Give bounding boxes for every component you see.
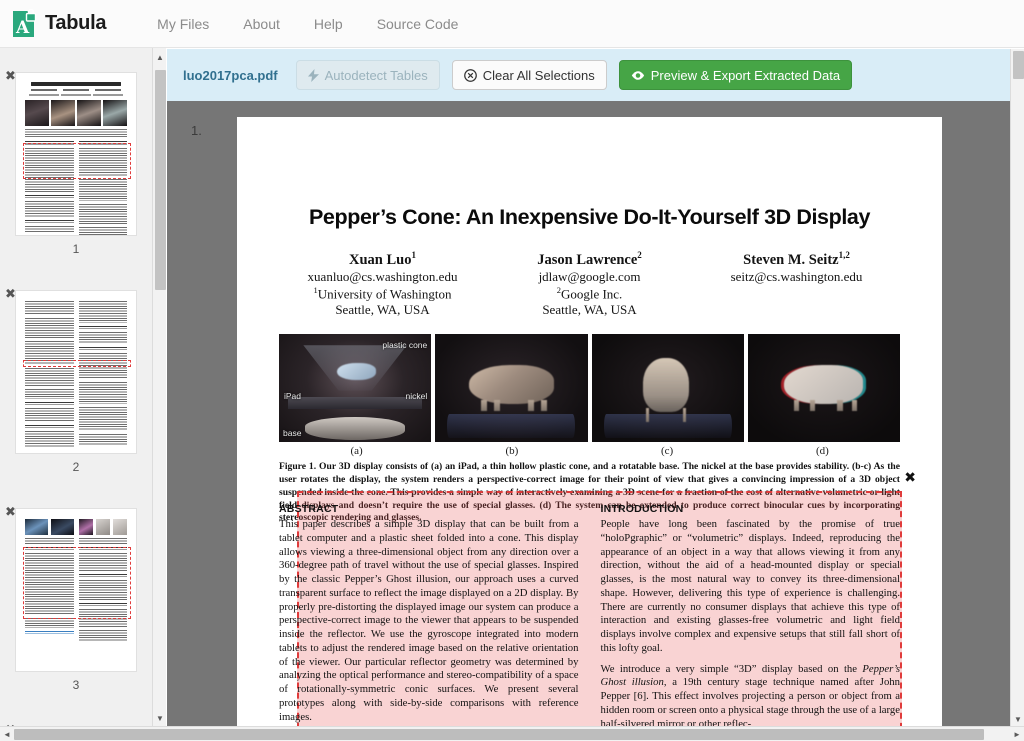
author-name: Steven M. Seitz xyxy=(743,251,839,268)
clear-all-selections-button[interactable]: Clear All Selections xyxy=(451,60,607,90)
author-location: Seattle, WA, USA xyxy=(335,302,430,318)
file-name-label: luo2017pca.pdf xyxy=(183,67,278,83)
author-location: Seattle, WA, USA xyxy=(542,302,637,318)
thumbnail-number: 1 xyxy=(72,242,80,256)
author-affiliation: University of Washington xyxy=(317,286,452,302)
thumbnail-item[interactable]: ✖ xyxy=(0,276,152,484)
author-affiliation-marker: 1,2 xyxy=(838,250,850,260)
abstract-column: ABSTRACT This paper describes a simple 3… xyxy=(279,503,579,738)
navbar: A Tabula My Files About Help Source Code xyxy=(0,0,1024,48)
abstract-text: This paper describes a simple 3D display… xyxy=(279,518,579,723)
pdf-page[interactable]: Pepper’s Cone: An Inexpensive Do-It-Your… xyxy=(237,117,942,741)
caret-left-icon[interactable]: ◄ xyxy=(0,727,14,741)
figure-panel-a: plastic cone iPad nickel base xyxy=(279,334,432,443)
eye-icon xyxy=(631,70,645,81)
panel-label-a: (a) xyxy=(350,445,363,458)
preview-export-label: Preview & Export Extracted Data xyxy=(650,67,841,83)
author-block: Steven M. Seitz1,2 seitz@cs.washington.e… xyxy=(693,250,900,318)
stage-shape xyxy=(447,414,576,439)
intro-p2-pre: We introduce a very simple “3D” display … xyxy=(600,662,863,675)
paper-title: Pepper’s Cone: An Inexpensive Do-It-Your… xyxy=(308,205,871,229)
figure-panel-c xyxy=(591,334,744,443)
clear-all-selections-label: Clear All Selections xyxy=(482,67,595,83)
abstract-heading: ABSTRACT xyxy=(279,503,339,515)
thumbnail-number: 2 xyxy=(72,460,80,474)
autodetect-tables-button[interactable]: Autodetect Tables xyxy=(295,60,440,90)
thumbnail-page-preview[interactable] xyxy=(15,72,137,236)
author-affiliation-marker: 1 xyxy=(411,250,416,260)
base-shape xyxy=(304,416,406,441)
paper-figure-row: plastic cone iPad nickel base xyxy=(279,334,900,443)
figure-label-plastic-cone: plastic cone xyxy=(382,340,428,351)
figure-caption-label: Figure 1. xyxy=(279,461,317,473)
panel-label-c: (c) xyxy=(661,445,674,458)
author-block: Xuan Luo1 xuanluo@cs.washington.edu 1Uni… xyxy=(279,250,486,318)
pdf-viewer[interactable]: 1. Pepper’s Cone: An Inexpensive Do-It-Y… xyxy=(167,101,1010,741)
thumbnail-page-preview[interactable] xyxy=(15,290,137,454)
toolbar: luo2017pca.pdf Autodetect Tables Clear A… xyxy=(167,49,1010,101)
viewer-scrollbar-thumb[interactable] xyxy=(1013,51,1024,79)
page-index-label: 1. xyxy=(191,123,202,138)
preview-export-button[interactable]: Preview & Export Extracted Data xyxy=(618,60,853,90)
thumbnail-item[interactable]: ✖ xyxy=(0,58,152,266)
caret-right-icon[interactable]: ► xyxy=(1010,727,1024,741)
horizontal-scrollbar[interactable]: ◄ ► xyxy=(0,726,1024,741)
thumbnail-list: ✖ 1 ✖ 2 ✖ 3 xyxy=(0,48,152,741)
introduction-heading: INTRODUCTION xyxy=(600,503,684,515)
author-email: xuanluo@cs.washington.edu xyxy=(307,268,458,284)
introduction-column: INTRODUCTION People have long been fasci… xyxy=(601,503,901,738)
viewer-scrollbar[interactable]: ▼ xyxy=(1010,49,1024,741)
panel-label-b: (b) xyxy=(505,445,519,458)
author-block: Jason Lawrence2 jdlaw@google.com 2Google… xyxy=(486,250,693,318)
tiger-side-view xyxy=(468,364,554,411)
author-name: Jason Lawrence xyxy=(537,251,638,268)
author-email: jdlaw@google.com xyxy=(538,268,641,284)
thumbnail-sidebar: ✖ 1 ✖ 2 ✖ 3 ▲ ▼ xyxy=(0,48,166,741)
autodetect-tables-label: Autodetect Tables xyxy=(324,67,428,83)
sidebar-scrollbar-thumb[interactable] xyxy=(155,70,166,290)
tiger-anaglyph-view xyxy=(784,364,864,411)
reflected-tiger-shape xyxy=(336,362,377,380)
paper-authors: Xuan Luo1 xuanluo@cs.washington.edu 1Uni… xyxy=(237,250,942,318)
figure-label-ipad: iPad xyxy=(284,390,302,401)
nav-links: My Files About Help Source Code xyxy=(140,16,475,32)
author-email: seitz@cs.washington.edu xyxy=(730,268,863,284)
author-name: Xuan Luo xyxy=(349,251,412,268)
figure-panel-labels: (a) (b) (c) (d) xyxy=(279,445,900,457)
tiger-front-view xyxy=(643,358,689,422)
stage-shape xyxy=(603,414,732,439)
brand[interactable]: A Tabula xyxy=(11,8,107,39)
thumbnail-page-preview[interactable] xyxy=(15,508,137,672)
sidebar-scrollbar[interactable]: ▲ ▼ xyxy=(152,48,166,741)
nav-item-my-files[interactable]: My Files xyxy=(140,16,226,32)
lightning-bolt-icon xyxy=(307,68,319,82)
pdf-lock-icon: A xyxy=(11,8,37,39)
nav-item-help[interactable]: Help xyxy=(297,16,360,32)
author-affiliation-marker: 2 xyxy=(637,250,642,260)
figure-panel-b xyxy=(435,334,588,443)
caret-down-icon[interactable]: ▼ xyxy=(1011,712,1024,726)
ipad-shape xyxy=(288,397,423,409)
introduction-paragraph-2: We introduce a very simple “3D” display … xyxy=(601,663,901,732)
author-affiliation: Google Inc. xyxy=(560,286,623,302)
figure-label-base: base xyxy=(283,428,302,439)
horizontal-scrollbar-thumb[interactable] xyxy=(14,729,984,740)
caret-down-icon[interactable]: ▼ xyxy=(153,711,166,725)
thumbnail-number: 3 xyxy=(72,678,80,692)
nav-item-source-code[interactable]: Source Code xyxy=(360,16,476,32)
nav-item-about[interactable]: About xyxy=(226,16,297,32)
thumbnail-item[interactable]: ✖ xyxy=(0,494,152,702)
introduction-paragraph-1: People have long been fascinated by the … xyxy=(600,518,901,654)
close-icon[interactable]: ✖ xyxy=(904,471,916,485)
paper-columns: ABSTRACT This paper describes a simple 3… xyxy=(279,503,900,738)
caret-up-icon[interactable]: ▲ xyxy=(153,50,166,64)
circle-x-icon xyxy=(463,68,477,82)
panel-label-d: (d) xyxy=(815,445,829,458)
figure-label-nickel: nickel xyxy=(405,390,428,401)
figure-panel-d xyxy=(747,334,900,443)
brand-name: Tabula xyxy=(45,12,107,34)
